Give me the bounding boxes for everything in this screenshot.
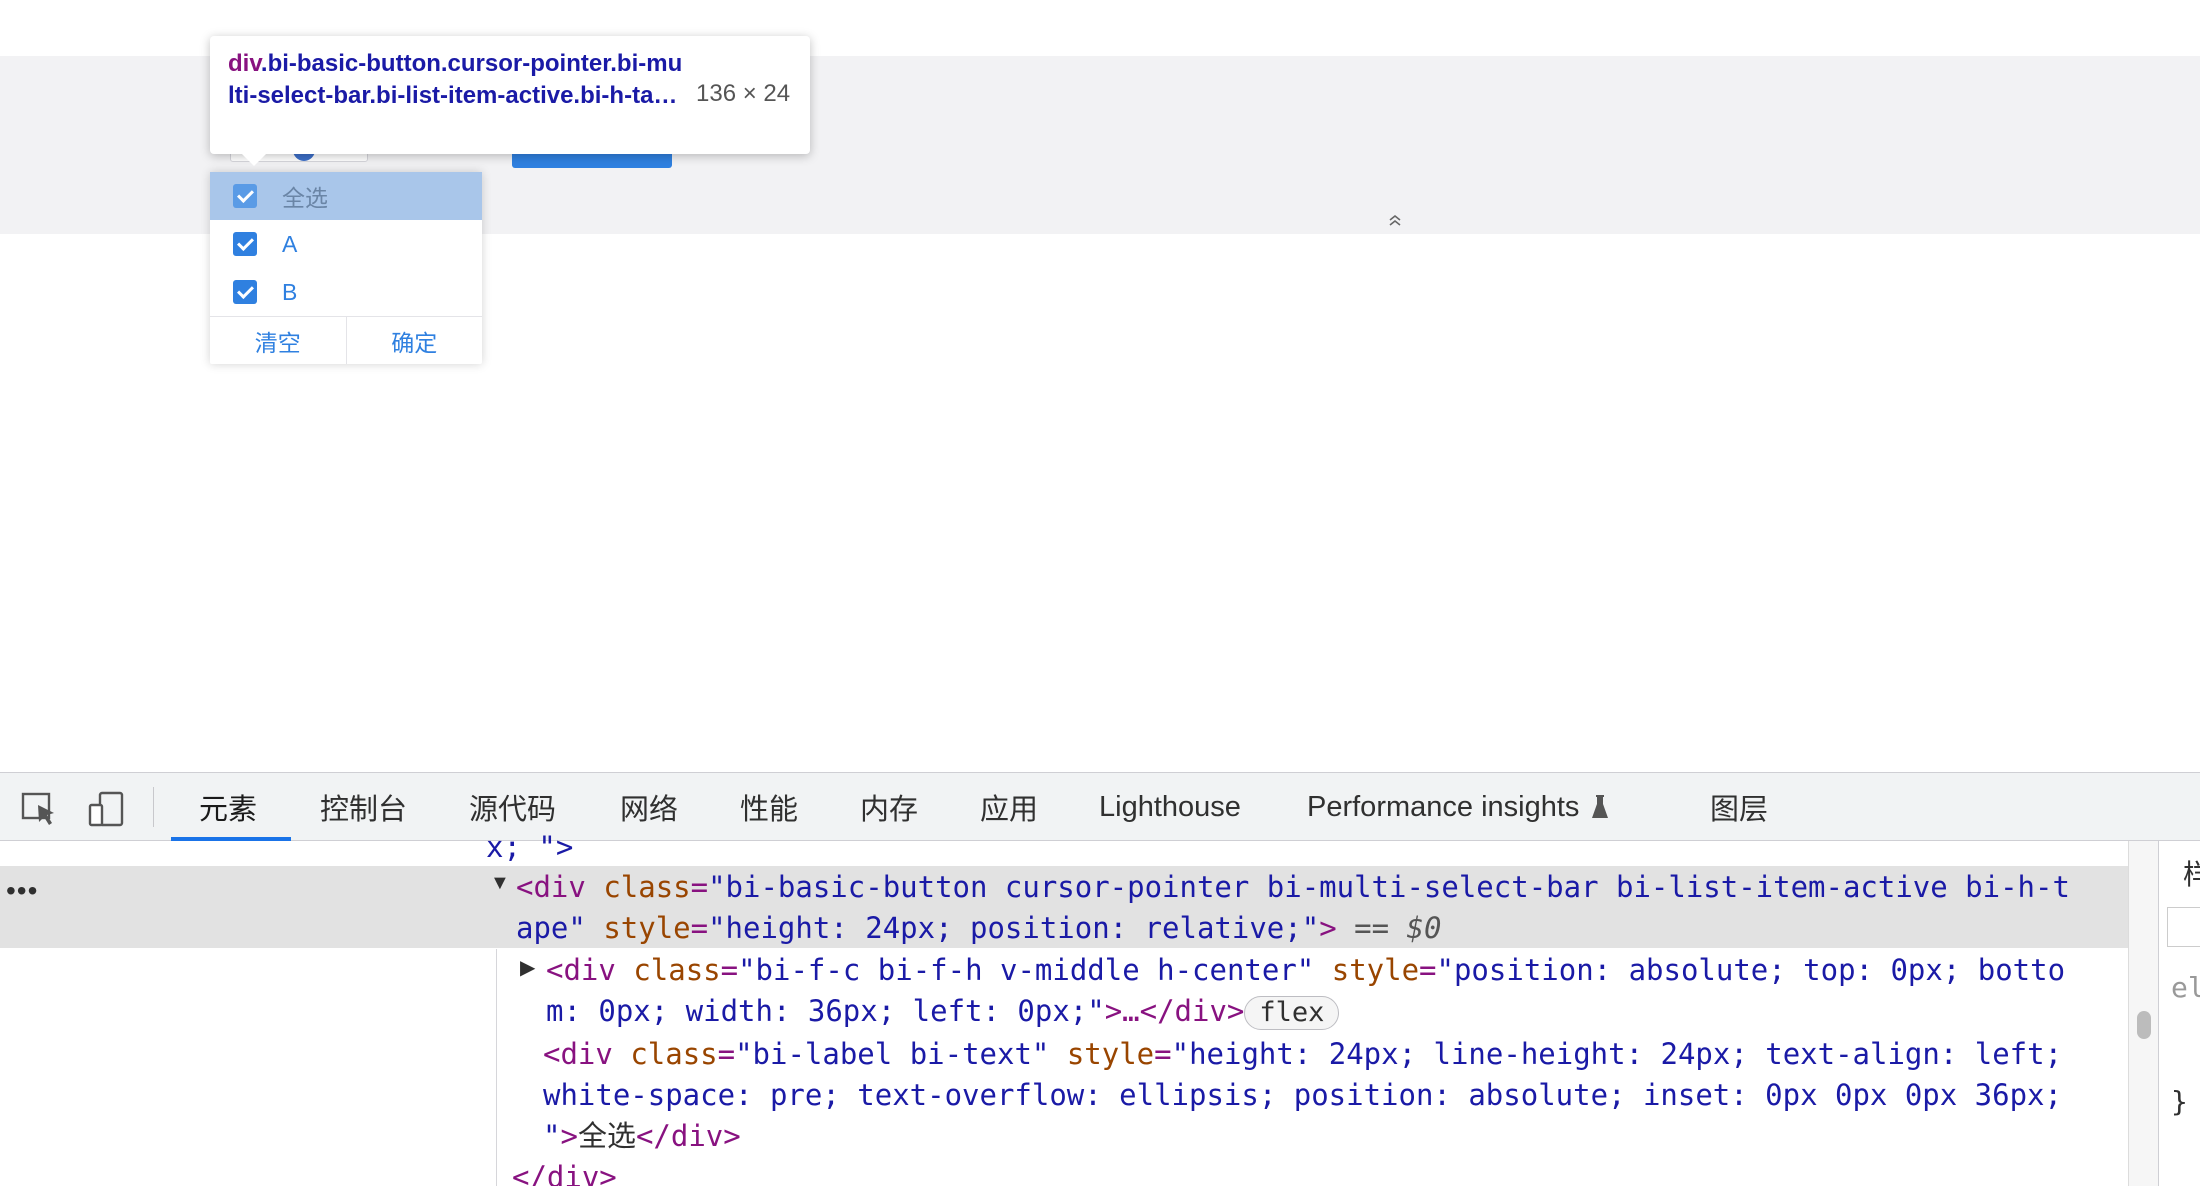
dom-line-3[interactable]: <div class="bi-f-c bi-f-h v-middle h-cen… (546, 950, 2065, 990)
tab-performance-insights-label: Performance insights (1307, 790, 1580, 823)
select-all-checkbox[interactable] (233, 184, 257, 208)
inspect-size: 136 × 24 (696, 80, 791, 107)
dom-line-1[interactable]: <div class="bi-basic-button cursor-point… (516, 867, 2070, 907)
dom-attr-name: style (1066, 1037, 1155, 1071)
tab-lighthouse[interactable]: Lighthouse (1099, 773, 1241, 841)
device-toolbar-icon[interactable] (86, 789, 126, 829)
dom-tag: > (1319, 911, 1337, 945)
styles-pane: 样 el } (2158, 841, 2200, 1186)
dom-attr-name: class (633, 953, 721, 987)
inspect-element-icon[interactable] (20, 789, 60, 829)
styles-selector-fragment: el (2171, 971, 2200, 1004)
dom-text-node: 全选 (577, 1119, 636, 1153)
selected-node-marker: == $0 (1354, 911, 1442, 945)
indent-guide (496, 949, 497, 1186)
scrollbar-thumb[interactable] (2137, 1011, 2151, 1039)
tab-network[interactable]: 网络 (620, 773, 678, 841)
styles-brace: } (2171, 1085, 2188, 1118)
dom-line-2[interactable]: ape" style="height: 24px; position: rela… (516, 908, 1441, 948)
multi-select-popup: 全选 A B 清空 确定 (210, 172, 482, 364)
inspect-selector: div.bi-basic-button.cursor-pointer.bi-mu… (228, 48, 688, 112)
dom-tag: >…</div> (1104, 994, 1245, 1028)
elements-tree: ••• x; "> ▼ <div class="bi-basic-button … (0, 830, 2200, 1186)
experimental-flask-icon (1591, 794, 1609, 820)
dom-attr-value: m: 0px; width: 36px; left: 0px;" (546, 994, 1105, 1028)
option-a-checkbox[interactable] (233, 232, 257, 256)
dom-tag: </div> (512, 1160, 617, 1186)
devtools-tabbar: 元素 控制台 源代码 网络 性能 内存 应用 Lighthouse Perfor… (0, 773, 2200, 841)
tab-performance-insights[interactable]: Performance insights (1307, 773, 1609, 841)
tab-performance[interactable]: 性能 (740, 773, 798, 841)
tab-application[interactable]: 应用 (980, 773, 1038, 841)
dom-attr-value: "height: 24px; position: relative;" (708, 911, 1320, 945)
dom-line-7[interactable]: ">全选</div> (543, 1116, 741, 1156)
dom-tag: </div> (635, 1119, 741, 1153)
dom-attr-name: style (1331, 953, 1420, 987)
dom-attr-value: "bi-basic-button cursor-pointer bi-multi… (708, 870, 2070, 904)
dom-line-0: x; "> (486, 827, 573, 867)
option-row-b[interactable]: B (210, 268, 482, 316)
dom-line-4[interactable]: m: 0px; width: 36px; left: 0px;">…</div>… (546, 991, 1340, 1031)
dom-attr-value: white-space: pre; text-overflow: ellipsi… (543, 1078, 2062, 1112)
option-b-label: B (282, 278, 298, 305)
dom-attr-value: "height: 24px; line-height: 24px; text-a… (1171, 1037, 2063, 1071)
tabbar-separator (153, 787, 154, 827)
expand-triangle-down-icon[interactable]: ▼ (490, 872, 510, 895)
dom-attr-name: style (603, 911, 691, 945)
dom-attr-name: class (630, 1037, 718, 1071)
dom-attr-value: ape" (516, 911, 586, 945)
dom-tag: <div (516, 870, 604, 904)
select-all-label: 全选 (282, 185, 328, 211)
confirm-button[interactable]: 确定 (345, 317, 483, 364)
dom-attr-value: "bi-f-c bi-f-h v-middle h-center" (738, 953, 1315, 987)
dom-attr-value: "bi-label bi-text" (735, 1037, 1050, 1071)
devtools-panel: 元素 控制台 源代码 网络 性能 内存 应用 Lighthouse Perfor… (0, 772, 2200, 1186)
dom-tag: > (560, 1119, 578, 1153)
dom-line-8[interactable]: </div> (512, 1157, 617, 1186)
option-row-a[interactable]: A (210, 220, 482, 268)
node-more-options-icon[interactable]: ••• (6, 875, 38, 907)
inspect-tag: div (228, 50, 261, 77)
tab-memory[interactable]: 内存 (860, 773, 918, 841)
collapse-up-icon[interactable] (1388, 214, 1402, 230)
inspect-tooltip: div.bi-basic-button.cursor-pointer.bi-mu… (210, 36, 810, 166)
styles-tab-fragment[interactable]: 样 (2183, 853, 2200, 893)
dom-tag: <div (546, 953, 634, 987)
inspect-arrow (242, 154, 266, 166)
dom-line-6[interactable]: white-space: pre; text-overflow: ellipsi… (543, 1075, 2062, 1115)
clear-button[interactable]: 清空 (210, 317, 346, 364)
tab-console[interactable]: 控制台 (320, 773, 407, 841)
inspect-selector-classes: .bi-basic-button.cursor-pointer.bi-multi… (228, 50, 683, 109)
tab-elements[interactable]: 元素 (199, 773, 257, 841)
elements-scrollbar[interactable] (2128, 841, 2158, 1186)
styles-filter-input[interactable] (2167, 907, 2200, 947)
popup-footer: 清空 确定 (210, 316, 482, 364)
select-all-row[interactable]: 全选 (210, 172, 482, 220)
dom-attr-name: class (603, 870, 691, 904)
expand-triangle-right-icon[interactable]: ▶ (520, 955, 535, 980)
option-a-label: A (282, 230, 298, 257)
dom-attr-value: "position: absolute; top: 0px; botto (1436, 953, 2066, 987)
option-b-checkbox[interactable] (233, 280, 257, 304)
dom-attr-value: " (543, 1119, 561, 1153)
dom-fragment: x; "> (486, 830, 574, 864)
dom-line-5[interactable]: <div class="bi-label bi-text" style="hei… (543, 1034, 2062, 1074)
flex-badge[interactable]: flex (1244, 996, 1340, 1030)
dom-tag: <div (543, 1037, 631, 1071)
tab-layers[interactable]: 图层 (1710, 773, 1768, 841)
